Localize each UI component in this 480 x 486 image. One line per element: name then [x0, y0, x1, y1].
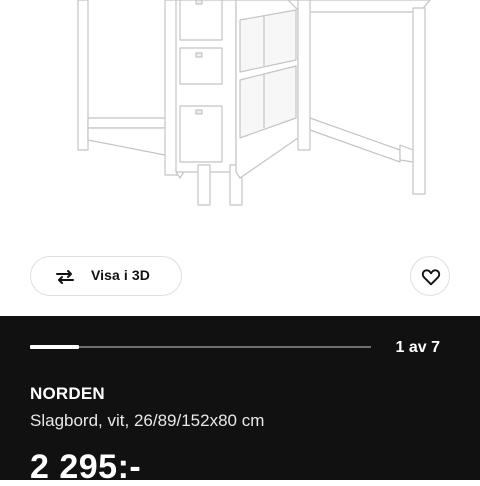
- carousel-progress-track[interactable]: [30, 345, 371, 349]
- carousel-counter: 1 av 7: [395, 339, 440, 356]
- rotate-3d-icon: [56, 270, 74, 284]
- product-name: NORDEN: [30, 384, 105, 403]
- product-description: Slagbord, vit, 26/89/152x80 cm: [30, 411, 265, 430]
- heart-icon: [421, 269, 441, 286]
- view-in-3d-button[interactable]: Visa i 3D: [30, 256, 182, 296]
- product-image: [77, 0, 431, 206]
- product-price: 2 295:-: [30, 448, 142, 486]
- carousel-progress-fill: [30, 345, 79, 349]
- view-in-3d-label: Visa i 3D: [91, 267, 151, 283]
- product-info-panel: 1 av 7 NORDEN Slagbord, vit, 26/89/152x8…: [0, 316, 480, 484]
- product-image-area[interactable]: Visa i 3D: [0, 0, 480, 316]
- favorite-button[interactable]: [410, 256, 450, 296]
